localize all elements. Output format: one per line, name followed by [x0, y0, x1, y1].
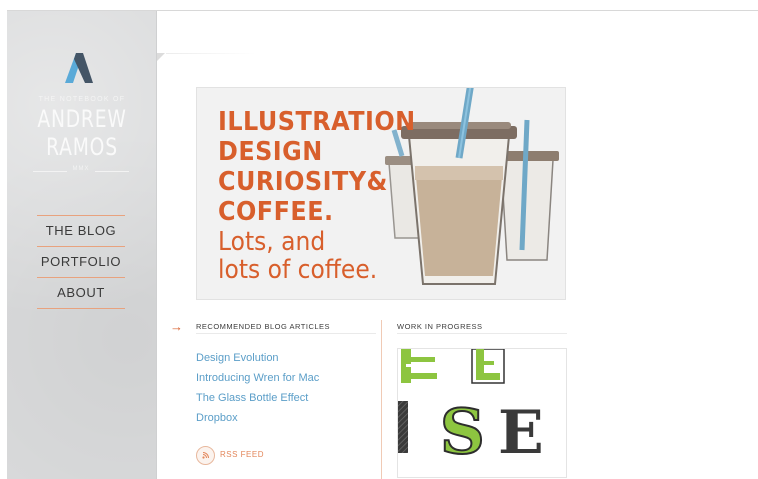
year-rule-right: [95, 171, 129, 172]
lettering-artwork: S E: [398, 349, 544, 469]
year-mark: MMX: [33, 166, 129, 176]
rss-label[interactable]: RSS FEED: [220, 450, 264, 459]
article-link[interactable]: Dropbox: [196, 408, 319, 428]
nav-divider: [37, 308, 125, 309]
arrow-right-icon: →: [170, 319, 183, 334]
hero-headline-4: COFFEE.: [218, 197, 334, 227]
hero-tagline-1: Lots, and: [218, 227, 326, 257]
wip-section-rule: [397, 333, 567, 334]
hero-headline-2: DESIGN: [218, 137, 323, 167]
wip-section-heading: WORK IN PROGRESS: [397, 322, 483, 331]
blog-section-heading: RECOMMENDED BLOG ARTICLES: [196, 322, 331, 331]
article-link[interactable]: The Glass Bottle Effect: [196, 388, 319, 408]
nav-item-portfolio[interactable]: PORTFOLIO: [37, 247, 125, 277]
nav-item-blog[interactable]: THE BLOG: [37, 216, 125, 246]
letter-e-green-right: [471, 349, 505, 384]
column-divider: [381, 320, 382, 479]
rss-feed-link[interactable]: RSS FEED: [196, 446, 276, 466]
hero-headline-3: CURIOSITY&: [218, 167, 388, 197]
sidebar-edge: [156, 11, 157, 479]
site-name-last[interactable]: RAMOS: [24, 133, 141, 161]
sidebar: THE NOTEBOOK OF ANDREW RAMOS MMX THE BLO…: [7, 11, 157, 479]
letter-s: S: [440, 395, 485, 468]
main-nav: THE BLOG PORTFOLIO ABOUT: [37, 215, 125, 309]
left-margin: [0, 10, 7, 479]
article-link[interactable]: Design Evolution: [196, 348, 319, 368]
corner-fold: [157, 53, 165, 61]
blog-section-rule: [196, 333, 376, 334]
hero-headline-1: ILLUSTRATION: [218, 107, 416, 137]
blog-article-list: Design Evolution Introducing Wren for Ma…: [196, 348, 319, 428]
logo-a-icon[interactable]: [63, 53, 95, 83]
letter-i: [398, 401, 408, 453]
article-link[interactable]: Introducing Wren for Mac: [196, 368, 319, 388]
hero-banner[interactable]: ILLUSTRATION DESIGN CURIOSITY& COFFEE. L…: [196, 87, 566, 300]
rss-icon[interactable]: [196, 446, 215, 465]
site-name-first[interactable]: ANDREW: [24, 105, 141, 133]
letter-e-dark: E: [498, 398, 544, 468]
letter-e-green-left: [401, 349, 437, 383]
hero-tagline-2: lots of coffee.: [218, 255, 378, 285]
header-shadow: [166, 53, 256, 54]
work-in-progress-image[interactable]: S E: [397, 348, 567, 478]
site-tagline: THE NOTEBOOK OF: [38, 96, 126, 103]
nav-item-about[interactable]: ABOUT: [37, 278, 125, 308]
